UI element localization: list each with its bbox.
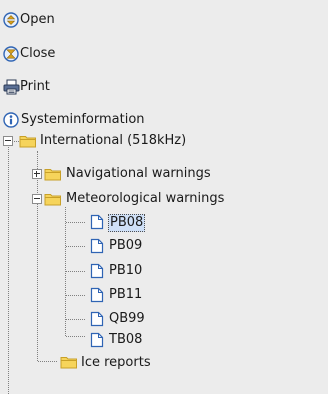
tree-leaf-label-selected: PB08 bbox=[108, 214, 146, 232]
document-icon bbox=[90, 238, 104, 261]
open-menu-item[interactable]: Open bbox=[3, 10, 123, 30]
tree-leaf-label: PB11 bbox=[109, 287, 143, 302]
tree-connector-pb08-h bbox=[66, 222, 85, 223]
tree-connector-tb08-h bbox=[66, 336, 85, 337]
tree-node-label: Ice reports bbox=[81, 355, 151, 370]
tree-connector-pb10-h bbox=[66, 271, 85, 272]
close-label: Close bbox=[20, 46, 56, 61]
document-icon bbox=[90, 287, 104, 310]
tree-connector-qb99-h bbox=[66, 319, 85, 320]
folder-icon bbox=[44, 166, 62, 189]
folder-icon bbox=[60, 354, 78, 377]
tree-connector-level1 bbox=[37, 151, 38, 361]
tree-node-ice-reports[interactable]: Ice reports bbox=[60, 353, 240, 373]
collapse-root-toggle[interactable] bbox=[3, 136, 13, 146]
tree-leaf-tb08[interactable]: TB08 bbox=[90, 330, 200, 350]
print-label: Print bbox=[20, 79, 50, 94]
tree-leaf-qb99[interactable]: QB99 bbox=[90, 309, 200, 329]
tree-node-label: International (518kHz) bbox=[40, 133, 187, 148]
info-icon bbox=[3, 112, 19, 135]
document-icon bbox=[90, 332, 104, 355]
systeminformation-menu-item[interactable]: Systeminformation bbox=[3, 110, 213, 130]
tree-leaf-pb09[interactable]: PB09 bbox=[90, 236, 200, 256]
navigation-tree-panel: Open Close Print Systeminformation Inter… bbox=[0, 0, 328, 394]
folder-icon bbox=[44, 191, 62, 214]
tree-leaf-label: TB08 bbox=[109, 332, 143, 347]
open-label: Open bbox=[20, 12, 55, 27]
tree-node-label: Meteorological warnings bbox=[66, 191, 225, 206]
expand-navigational-toggle[interactable] bbox=[32, 169, 42, 179]
tree-leaf-pb11[interactable]: PB11 bbox=[90, 285, 200, 305]
collapse-meteorological-toggle[interactable] bbox=[32, 194, 42, 204]
document-icon bbox=[90, 214, 104, 237]
tree-node-navigational-warnings[interactable]: Navigational warnings bbox=[44, 164, 294, 184]
tree-node-label: Navigational warnings bbox=[66, 166, 211, 181]
tree-connector-pb11-h bbox=[66, 295, 85, 296]
tree-leaf-pb08[interactable]: PB08 bbox=[90, 212, 200, 232]
close-icon bbox=[3, 46, 19, 69]
tree-node-international[interactable]: International (518kHz) bbox=[19, 131, 259, 151]
tree-connector-root bbox=[8, 141, 9, 394]
open-icon bbox=[3, 12, 19, 35]
tree-leaf-label: PB09 bbox=[109, 238, 143, 253]
tree-leaf-pb10[interactable]: PB10 bbox=[90, 261, 200, 281]
printer-icon bbox=[3, 79, 20, 102]
tree-connector-ice-h bbox=[38, 361, 57, 362]
systeminformation-label: Systeminformation bbox=[21, 112, 145, 127]
folder-icon bbox=[19, 133, 37, 156]
tree-leaf-label: QB99 bbox=[109, 311, 145, 326]
document-icon bbox=[90, 263, 104, 286]
tree-node-meteorological-warnings[interactable]: Meteorological warnings bbox=[44, 189, 314, 209]
tree-connector-pb09-h bbox=[66, 246, 85, 247]
close-menu-item[interactable]: Close bbox=[3, 44, 123, 64]
tree-leaf-label: PB10 bbox=[109, 263, 143, 278]
print-menu-item[interactable]: Print bbox=[3, 77, 123, 97]
